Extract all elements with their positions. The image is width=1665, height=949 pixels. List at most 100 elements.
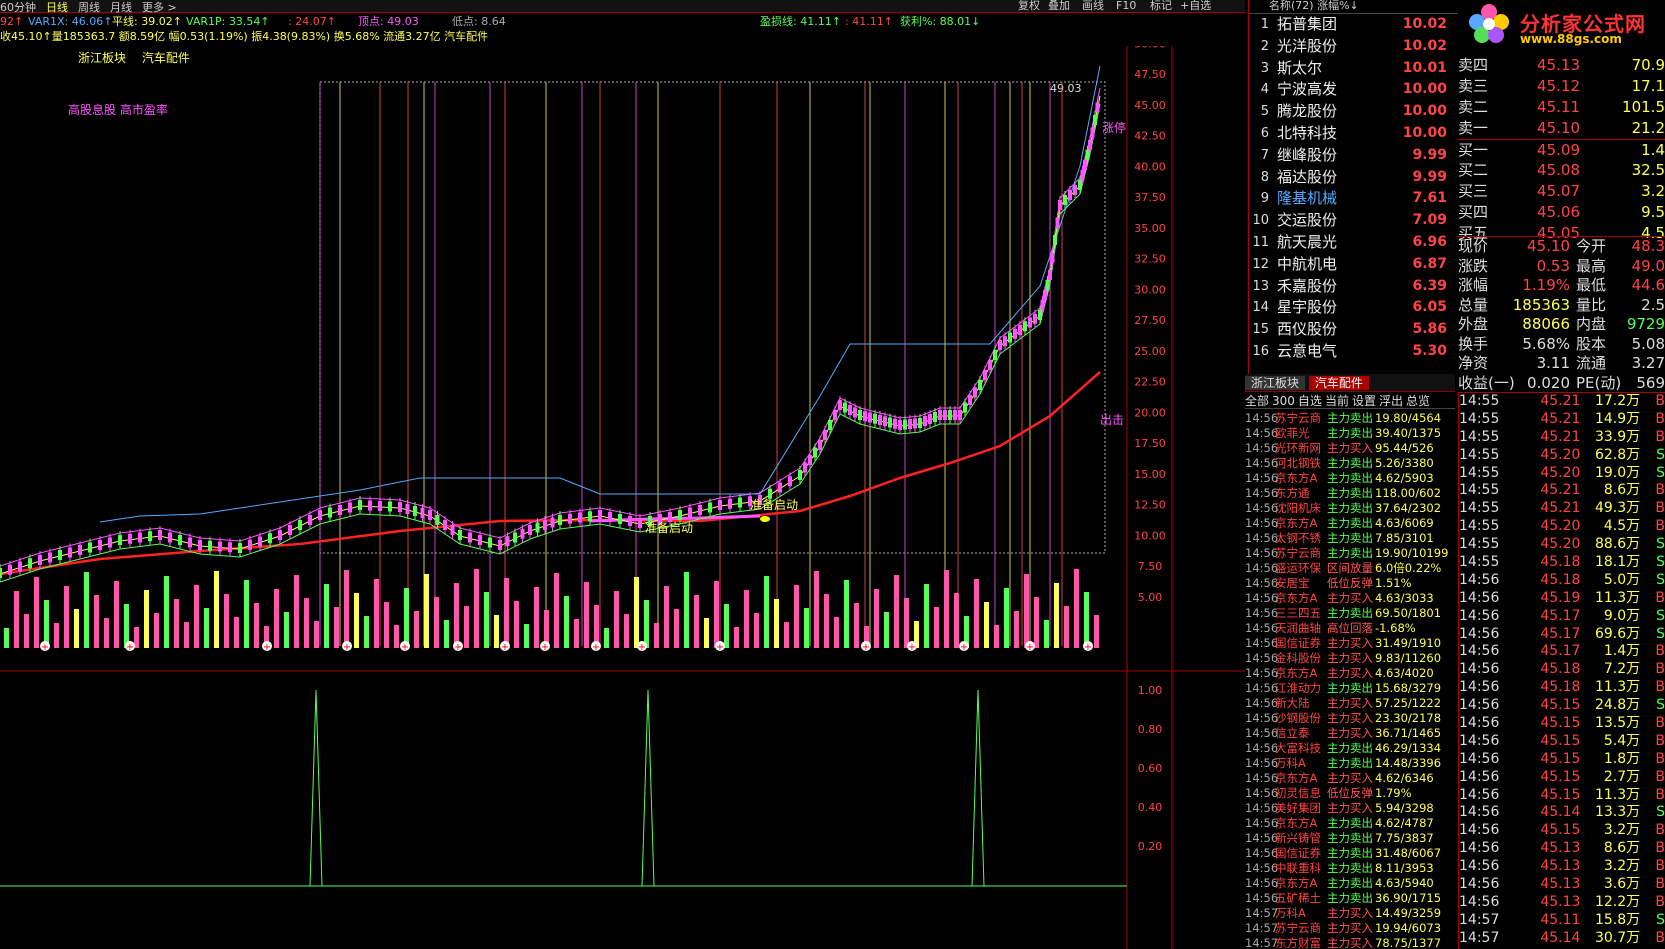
radar-row[interactable]: 14:56 太钢不锈 主力卖出 7.85/3101: [1245, 531, 1455, 546]
radar-row[interactable]: 14:56 欧菲光 主力卖出 39.40/1375: [1245, 426, 1455, 441]
toolbar-button[interactable]: +自选: [1180, 0, 1211, 13]
radar-row[interactable]: 14:56 三三四五 主力卖出 69.50/1801: [1245, 606, 1455, 621]
rank-row[interactable]: 7 继峰股份 9.99: [1249, 145, 1458, 167]
rank-row[interactable]: 6 北特科技 10.00: [1249, 123, 1458, 145]
radar-row[interactable]: 14:56 苏宁云商 主力卖出 19.90/10199: [1245, 546, 1455, 561]
rank-row[interactable]: 9 隆基机械 7.61: [1249, 188, 1458, 210]
radar-row[interactable]: 14:56 京东方A 主力买入 4.63/4020: [1245, 666, 1455, 681]
radar-row[interactable]: 14:56 五矿稀土 主力卖出 36.90/1715: [1245, 891, 1455, 906]
radar-row[interactable]: 14:56 京东方A 主力卖出 4.62/5903: [1245, 471, 1455, 486]
radar-row[interactable]: 14:56 河北钢铁 主力卖出 5.26/3380: [1245, 456, 1455, 471]
rank-row[interactable]: 14 星宇股份 6.05: [1249, 297, 1458, 319]
radar-row[interactable]: 14:56 光环新网 主力买入 95.44/526: [1245, 441, 1455, 456]
tick-time: 14:55: [1459, 464, 1500, 481]
rank-row[interactable]: 1 拓普集团 10.02: [1249, 14, 1458, 36]
stat-value: 5.68%: [1522, 334, 1570, 353]
tick-time: 14:56: [1459, 768, 1500, 785]
radar-row[interactable]: 14:56 京东方A 主力买入 4.63/3033: [1245, 591, 1455, 606]
stat-label: 收益(一): [1458, 373, 1515, 392]
radar-time: 14:56: [1245, 531, 1279, 545]
radar-row[interactable]: 14:56 江淮动力 主力卖出 15.68/3279: [1245, 681, 1455, 696]
radar-time: 14:56: [1245, 666, 1279, 680]
radar-row[interactable]: 14:56 东方通 主力卖出 118.00/602: [1245, 486, 1455, 501]
radar-row[interactable]: 14:56 盛运环保 区间放量 6.0倍0.22%: [1245, 561, 1455, 576]
radar-value: 95.44/526: [1375, 441, 1434, 455]
radar-row[interactable]: 14:56 沈阳机床 主力卖出 37.64/2302: [1245, 501, 1455, 516]
tick-row: 14:56 45.15 24.8万 S: [1459, 697, 1665, 715]
filter-button[interactable]: 300: [1272, 394, 1295, 408]
period-tab[interactable]: 周线: [78, 2, 100, 14]
toolbar-button[interactable]: 标记: [1150, 0, 1172, 13]
toolbar-button[interactable]: 叠加: [1048, 0, 1070, 13]
volume-bar: [84, 572, 89, 648]
filter-button[interactable]: 设置: [1352, 394, 1376, 408]
radar-stock: 京东方A: [1275, 816, 1318, 830]
radar-row[interactable]: 14:57 万科A 主力买入 14.49/3259: [1245, 906, 1455, 921]
rank-row[interactable]: 15 西仪股份 5.86: [1249, 319, 1458, 341]
radar-row[interactable]: 14:56 京东方A 主力卖出 4.63/5940: [1245, 876, 1455, 891]
filter-button[interactable]: 全部: [1245, 394, 1269, 408]
radar-stock: 江淮动力: [1275, 681, 1321, 695]
radar-row[interactable]: 14:56 金科股份 主力买入 9.83/11260: [1245, 651, 1455, 666]
radar-kind: 主力卖出: [1327, 741, 1373, 755]
filter-button[interactable]: 自选: [1298, 394, 1322, 408]
rank-no: 12: [1252, 256, 1269, 272]
toolbar-button[interactable]: 画线: [1082, 0, 1104, 13]
rank-pct: 10.01: [1402, 59, 1447, 76]
radar-row[interactable]: 14:57 苏宁云商 主力买入 19.94/6073: [1245, 921, 1455, 936]
rank-row[interactable]: 8 福达股份 9.99: [1249, 167, 1458, 189]
rank-row[interactable]: 13 禾嘉股份 6.39: [1249, 276, 1458, 298]
volume-bar: [304, 598, 309, 648]
toolbar-button[interactable]: F10: [1116, 0, 1136, 13]
rank-no: 15: [1252, 322, 1269, 338]
radar-row[interactable]: 14:56 中联重科 主力卖出 8.11/3953: [1245, 861, 1455, 876]
tick-time: 14:56: [1459, 625, 1500, 642]
radar-time: 14:56: [1245, 426, 1279, 440]
stat-label: 流通: [1576, 354, 1607, 372]
radar-row[interactable]: 14:56 京东方A 主力买入 4.62/6346: [1245, 771, 1455, 786]
filter-button[interactable]: 浮出: [1379, 394, 1403, 408]
radar-row[interactable]: 14:56 国信证券 主力买入 31.49/1910: [1245, 636, 1455, 651]
radar-row[interactable]: 14:56 万科A 主力卖出 14.48/3396: [1245, 756, 1455, 771]
radar-row[interactable]: 14:56 苏宁云商 主力卖出 19.80/4564: [1245, 411, 1455, 426]
period-tab[interactable]: 日线: [46, 2, 68, 14]
period-tab[interactable]: 月线: [110, 2, 132, 14]
radar-value: 14.49/3259: [1375, 906, 1442, 920]
toolbar-button[interactable]: 复权: [1018, 0, 1040, 13]
radar-row[interactable]: 14:56 新大陆 主力买入 57.25/1222: [1245, 696, 1455, 711]
radar-row[interactable]: 14:56 天润曲轴 高位回落 -1.68%: [1245, 621, 1455, 636]
tick-time: 14:56: [1459, 679, 1500, 696]
radar-row[interactable]: 14:56 初灵信息 低位反弹 1.79%: [1245, 786, 1455, 801]
rank-row[interactable]: 3 斯太尔 10.01: [1249, 58, 1458, 80]
radar-row[interactable]: 14:56 新兴铸管 主力卖出 7.75/3837: [1245, 831, 1455, 846]
tick-row: 14:56 45.18 7.2万 B: [1459, 661, 1665, 679]
radar-row[interactable]: 14:56 信立泰 主力买入 36.71/1465: [1245, 726, 1455, 741]
rank-row[interactable]: 2 光洋股份 10.02: [1249, 36, 1458, 58]
radar-row[interactable]: 14:56 美好集团 主力买入 5.94/3298: [1245, 801, 1455, 816]
tab-auto-parts[interactable]: 汽车配件: [1308, 376, 1369, 390]
volume-bar: [684, 572, 689, 648]
filter-button[interactable]: 当前: [1325, 394, 1349, 408]
radar-row[interactable]: 14:56 沙钢股份 主力买入 23.30/2178: [1245, 711, 1455, 726]
rank-row[interactable]: 12 中航机电 6.87: [1249, 254, 1458, 276]
radar-row[interactable]: 14:56 京东方A 主力卖出 4.62/4787: [1245, 816, 1455, 831]
radar-row[interactable]: 14:56 国信证券 主力卖出 31.48/6067: [1245, 846, 1455, 861]
period-tab[interactable]: 60分钟: [0, 2, 36, 14]
volume-bar: [224, 594, 229, 648]
rank-row[interactable]: 10 交运股份 7.09: [1249, 210, 1458, 232]
radar-row[interactable]: 14:56 京东方A 主力卖出 4.63/6069: [1245, 516, 1455, 531]
radar-row[interactable]: 14:57 东方财富 主力买入 78.75/1377: [1245, 936, 1455, 949]
rank-name: 北特科技: [1277, 123, 1338, 142]
radar-row[interactable]: 14:56 安居宝 低位反弹 1.51%: [1245, 576, 1455, 591]
filter-button[interactable]: 总览: [1406, 394, 1430, 408]
rank-row[interactable]: 11 航天晨光 6.96: [1249, 232, 1458, 254]
rank-header[interactable]: 名称(72) 涨幅%↓: [1249, 0, 1458, 14]
rank-row[interactable]: 16 云意电气 5.30: [1249, 341, 1458, 363]
rank-row[interactable]: 4 宁波高发 10.00: [1249, 79, 1458, 101]
radar-row[interactable]: 14:56 大富科技 主力卖出 46.29/1334: [1245, 741, 1455, 756]
radar-kind: 主力卖出: [1327, 456, 1373, 470]
rank-row[interactable]: 5 腾龙股份 10.00: [1249, 101, 1458, 123]
kline-chart[interactable]: 50.00 47.50 45.00 42.50 40.00 37.50 35.00 32.50…: [0, 46, 1245, 949]
period-tab[interactable]: 更多 >: [142, 2, 177, 14]
tab-zhejiang[interactable]: 浙江板块: [1245, 376, 1306, 390]
